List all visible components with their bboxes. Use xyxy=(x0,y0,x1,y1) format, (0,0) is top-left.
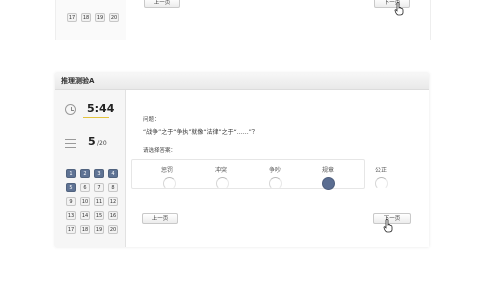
option-label: 规章 xyxy=(322,167,335,174)
previous-question-panel: 17 18 19 20 上一页 下一页 xyxy=(55,0,431,40)
question-number-button[interactable]: 2 xyxy=(80,169,90,178)
question-number-button[interactable]: 17 xyxy=(66,225,76,234)
question-number-button[interactable]: 5 xyxy=(66,183,76,192)
question-number-button[interactable]: 19 xyxy=(95,13,105,22)
question-number-button[interactable]: 18 xyxy=(80,225,90,234)
option-radio-2[interactable] xyxy=(216,177,229,190)
question-number-button[interactable]: 20 xyxy=(109,13,119,22)
next-page-button[interactable]: 下一页 xyxy=(374,0,410,8)
question-number-button[interactable]: 20 xyxy=(108,225,118,234)
hand-cursor-icon xyxy=(383,219,393,233)
current-question-number: 5 xyxy=(88,135,96,148)
question-prefix: 问题： xyxy=(143,117,160,123)
clock-icon xyxy=(65,104,76,115)
question-number-button[interactable]: 7 xyxy=(94,183,104,192)
prev-page-button[interactable]: 上一页 xyxy=(144,0,180,8)
question-number-button[interactable]: 15 xyxy=(94,211,104,220)
question-number-button[interactable]: 19 xyxy=(94,225,104,234)
option-label: 冲突 xyxy=(215,167,228,174)
hand-cursor-icon xyxy=(394,2,404,16)
timer-underline xyxy=(83,117,109,118)
question-number-button[interactable]: 14 xyxy=(80,211,90,220)
option-label: 争吵 xyxy=(269,167,282,174)
question-number-button[interactable]: 9 xyxy=(66,197,76,206)
panel-title: 推理测验A xyxy=(61,77,95,85)
countdown-timer: 5:44 xyxy=(87,102,115,115)
previous-sidebar: 17 18 19 20 xyxy=(56,0,126,40)
reasoning-test-panel: 推理测验A 5:44 5 /20 1 2 3 4 5 6 7 8 9 10 11… xyxy=(55,73,429,247)
choose-answer-prompt: 请选择答案： xyxy=(143,148,177,154)
panel-header: 推理测验A xyxy=(55,73,429,90)
question-number-button[interactable]: 10 xyxy=(80,197,90,206)
question-text: “战争”之于“争执”就像“法律”之于“……”？ xyxy=(143,129,258,136)
option-radio-5[interactable] xyxy=(375,177,388,190)
question-number-button[interactable]: 3 xyxy=(94,169,104,178)
question-number-button[interactable]: 12 xyxy=(108,197,118,206)
question-number-button[interactable]: 18 xyxy=(81,13,91,22)
option-radio-4-selected[interactable] xyxy=(322,177,335,190)
question-number-button[interactable]: 4 xyxy=(108,169,118,178)
option-radio-3[interactable] xyxy=(269,177,282,190)
prev-page-button[interactable]: 上一页 xyxy=(142,213,178,224)
option-label: 公正 xyxy=(375,167,388,174)
total-questions: /20 xyxy=(97,140,107,147)
question-number-button[interactable]: 11 xyxy=(94,197,104,206)
question-number-button[interactable]: 13 xyxy=(66,211,76,220)
question-number-button[interactable]: 16 xyxy=(108,211,118,220)
question-number-button[interactable]: 17 xyxy=(67,13,77,22)
option-label: 惩罚 xyxy=(161,167,174,174)
question-number-button[interactable]: 1 xyxy=(66,169,76,178)
option-radio-1[interactable] xyxy=(163,177,176,190)
question-number-button[interactable]: 6 xyxy=(80,183,90,192)
question-list-icon xyxy=(65,139,76,148)
question-number-button[interactable]: 8 xyxy=(108,183,118,192)
